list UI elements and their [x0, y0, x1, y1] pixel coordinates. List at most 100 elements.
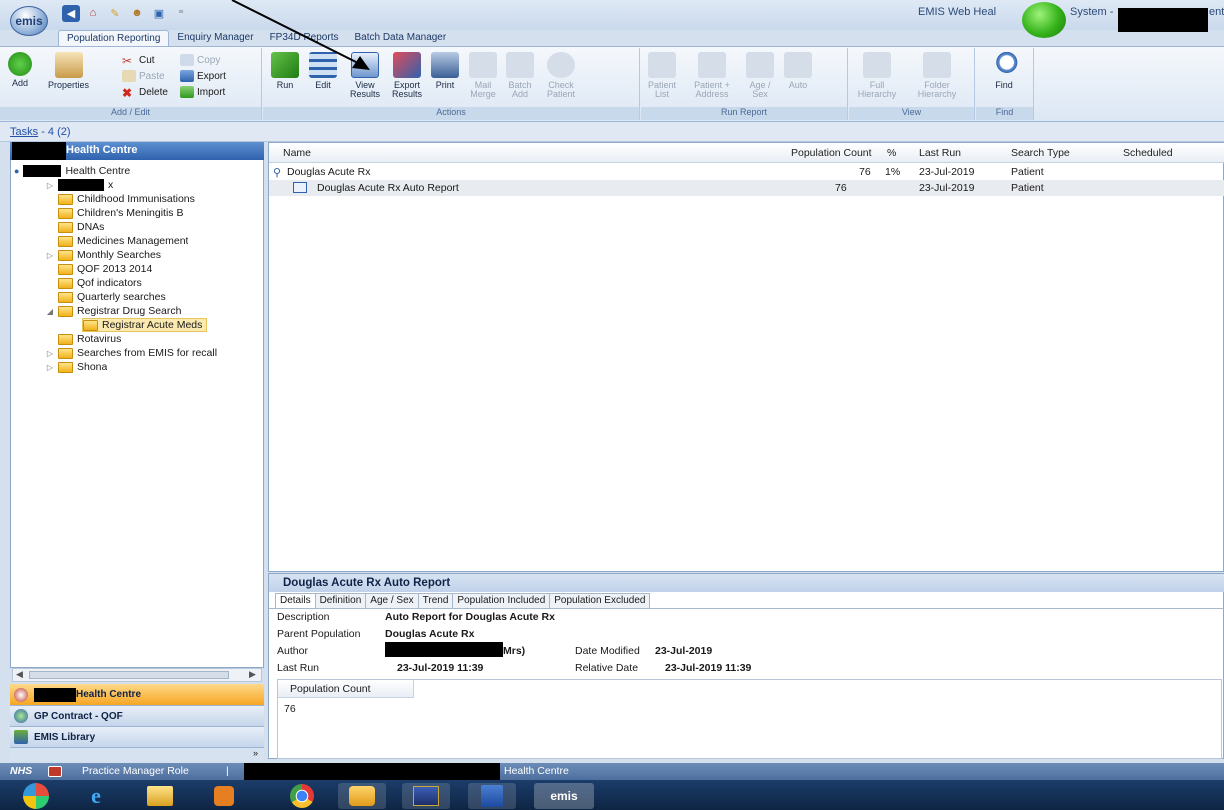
tree-item[interactable]: ◢ Registrar Drug Search — [46, 304, 182, 318]
author-label: Author — [277, 645, 308, 657]
taskbar-media[interactable] — [200, 783, 248, 809]
auto-button[interactable]: Auto — [783, 52, 813, 90]
print-button[interactable]: Print — [431, 52, 459, 90]
tab-enquiry-manager[interactable]: Enquiry Manager — [169, 30, 261, 46]
taskbar-explorer[interactable] — [136, 783, 184, 809]
tree-item-x[interactable]: ▷ x — [46, 178, 113, 192]
tab-population-excluded[interactable]: Population Excluded — [549, 593, 651, 608]
taskbar-sql[interactable] — [402, 783, 450, 809]
taskbar-chrome[interactable] — [278, 783, 326, 809]
scroll-left-icon[interactable]: ◀ — [16, 669, 23, 680]
run-button[interactable]: Run — [271, 52, 299, 90]
scroll-thumb[interactable] — [29, 671, 229, 679]
check-patient-button[interactable]: Check Patient — [543, 52, 579, 99]
full-hierarchy-button[interactable]: Full Hierarchy — [855, 52, 899, 99]
population-count-header[interactable]: Population Count — [278, 680, 414, 698]
tree-item[interactable]: ▷ Monthly Searches — [46, 248, 161, 262]
tree-item[interactable]: Childhood Immunisations — [58, 192, 195, 206]
tasks-label[interactable]: Tasks — [10, 126, 38, 138]
expand-icon[interactable]: ▷ — [46, 349, 54, 358]
tab-definition[interactable]: Definition — [314, 593, 367, 608]
copy-button[interactable]: Copy — [180, 54, 220, 66]
column-header-percent[interactable]: % — [887, 147, 896, 159]
column-header-population-count[interactable]: Population Count — [791, 147, 872, 159]
tree-item[interactable]: QOF 2013 2014 — [58, 262, 152, 276]
paste-button[interactable]: Paste — [122, 70, 165, 82]
collapse-icon[interactable]: ◢ — [46, 307, 54, 316]
taskbar-emis[interactable]: emis — [534, 783, 594, 809]
find-button[interactable]: Find — [986, 52, 1022, 90]
add-icon — [8, 52, 32, 76]
tree-item-selected[interactable]: Registrar Acute Meds — [82, 318, 208, 332]
expand-icon[interactable]: ▷ — [46, 363, 54, 372]
tree-item[interactable]: DNAs — [58, 220, 104, 234]
window-icon[interactable]: ▣ — [150, 5, 168, 22]
add-button[interactable]: Add — [8, 52, 32, 88]
customize-icon[interactable]: ⁼ — [172, 5, 190, 22]
age-sex-button[interactable]: Age / Sex — [745, 52, 775, 99]
column-header-name[interactable]: Name — [283, 147, 311, 159]
tree-item[interactable]: Rotavirus — [58, 332, 121, 346]
tab-trend[interactable]: Trend — [417, 593, 454, 608]
tree-item[interactable]: Medicines Management — [58, 234, 188, 248]
properties-button[interactable]: Properties — [48, 52, 89, 90]
scroll-right-icon[interactable]: ▶ — [249, 669, 256, 680]
patient-address-icon — [698, 52, 726, 78]
tree-item[interactable]: Quarterly searches — [58, 290, 166, 304]
export-results-button[interactable]: Export Results — [387, 52, 427, 99]
delete-button[interactable]: ✖ Delete — [122, 86, 168, 100]
batch-add-button[interactable]: Batch Add — [505, 52, 535, 99]
tab-details[interactable]: Details — [275, 593, 316, 608]
tasks-link[interactable]: Tasks - 4 (2) — [10, 126, 71, 138]
tree-horizontal-scrollbar[interactable]: ◀ ▶ — [12, 668, 262, 682]
folder-hierarchy-button[interactable]: Folder Hierarchy — [913, 52, 961, 99]
taskbar-app[interactable] — [338, 783, 386, 809]
full-hierarchy-label: Full Hierarchy — [857, 80, 897, 99]
mail-merge-button[interactable]: Mail Merge — [467, 52, 499, 99]
start-button[interactable] — [12, 783, 60, 809]
expand-icon[interactable]: ▷ — [46, 251, 54, 260]
redacted-block — [385, 642, 503, 657]
nav-emis-library[interactable]: EMIS Library — [10, 726, 264, 747]
cut-button[interactable]: ✂ Cut — [122, 54, 155, 68]
expand-icon[interactable]: ▷ — [46, 181, 54, 190]
tab-population-included[interactable]: Population Included — [452, 593, 551, 608]
pencil-icon[interactable]: ✎ — [106, 5, 124, 22]
tree-root[interactable]: ● Health Centre — [14, 164, 130, 178]
tab-age-sex[interactable]: Age / Sex — [365, 593, 419, 608]
view-results-button[interactable]: View Results — [347, 52, 383, 99]
tab-fp34d-reports[interactable]: FP34D Reports — [262, 30, 347, 46]
column-header-last-run[interactable]: Last Run — [919, 147, 961, 159]
emis-logo[interactable]: emis — [10, 6, 48, 36]
column-header-scheduled[interactable]: Scheduled — [1123, 147, 1173, 159]
home-icon[interactable]: ⌂ — [84, 5, 102, 22]
export-button[interactable]: Export — [180, 70, 226, 82]
tree-item[interactable]: Qof indicators — [58, 276, 142, 290]
tab-population-reporting[interactable]: Population Reporting — [58, 30, 170, 46]
batch-add-icon — [506, 52, 534, 78]
tasks-bar: Tasks - 4 (2) — [0, 122, 1224, 142]
export-results-label: Export Results — [391, 80, 422, 99]
tree-item-label: Shona — [77, 361, 108, 373]
tab-batch-data-manager[interactable]: Batch Data Manager — [346, 30, 454, 46]
taskbar-word[interactable] — [468, 783, 516, 809]
taskbar-ie[interactable]: e — [72, 783, 120, 809]
copy-icon — [180, 54, 194, 66]
full-hierarchy-icon — [863, 52, 891, 78]
column-header-search-type[interactable]: Search Type — [1011, 147, 1070, 159]
nav-gp-contract-qof[interactable]: GP Contract - QOF — [10, 705, 264, 726]
user-icon[interactable]: ☻ — [128, 5, 146, 22]
table-row-selected[interactable]: Douglas Acute Rx Auto Report 76 23-Jul-2… — [269, 180, 1224, 196]
tree-item[interactable]: Children's Meningitis B — [58, 206, 183, 220]
tree-item[interactable]: ▷ Searches from EMIS for recall — [46, 346, 262, 360]
tree-root-label: Health Centre — [65, 165, 131, 177]
tree-item[interactable]: ▷ Shona — [46, 360, 107, 374]
edit-button[interactable]: Edit — [309, 52, 337, 90]
import-button[interactable]: Import — [180, 86, 225, 98]
overflow-icon[interactable]: » — [253, 748, 258, 758]
patient-list-button[interactable]: Patient List — [645, 52, 679, 99]
nav-health-centre[interactable]: Health Centre — [10, 684, 264, 705]
back-icon[interactable]: ◀ — [62, 4, 80, 22]
table-row[interactable]: ⚲ Douglas Acute Rx 76 1% 23-Jul-2019 Pat… — [269, 164, 1224, 180]
patient-address-button[interactable]: Patient + Address — [689, 52, 735, 99]
